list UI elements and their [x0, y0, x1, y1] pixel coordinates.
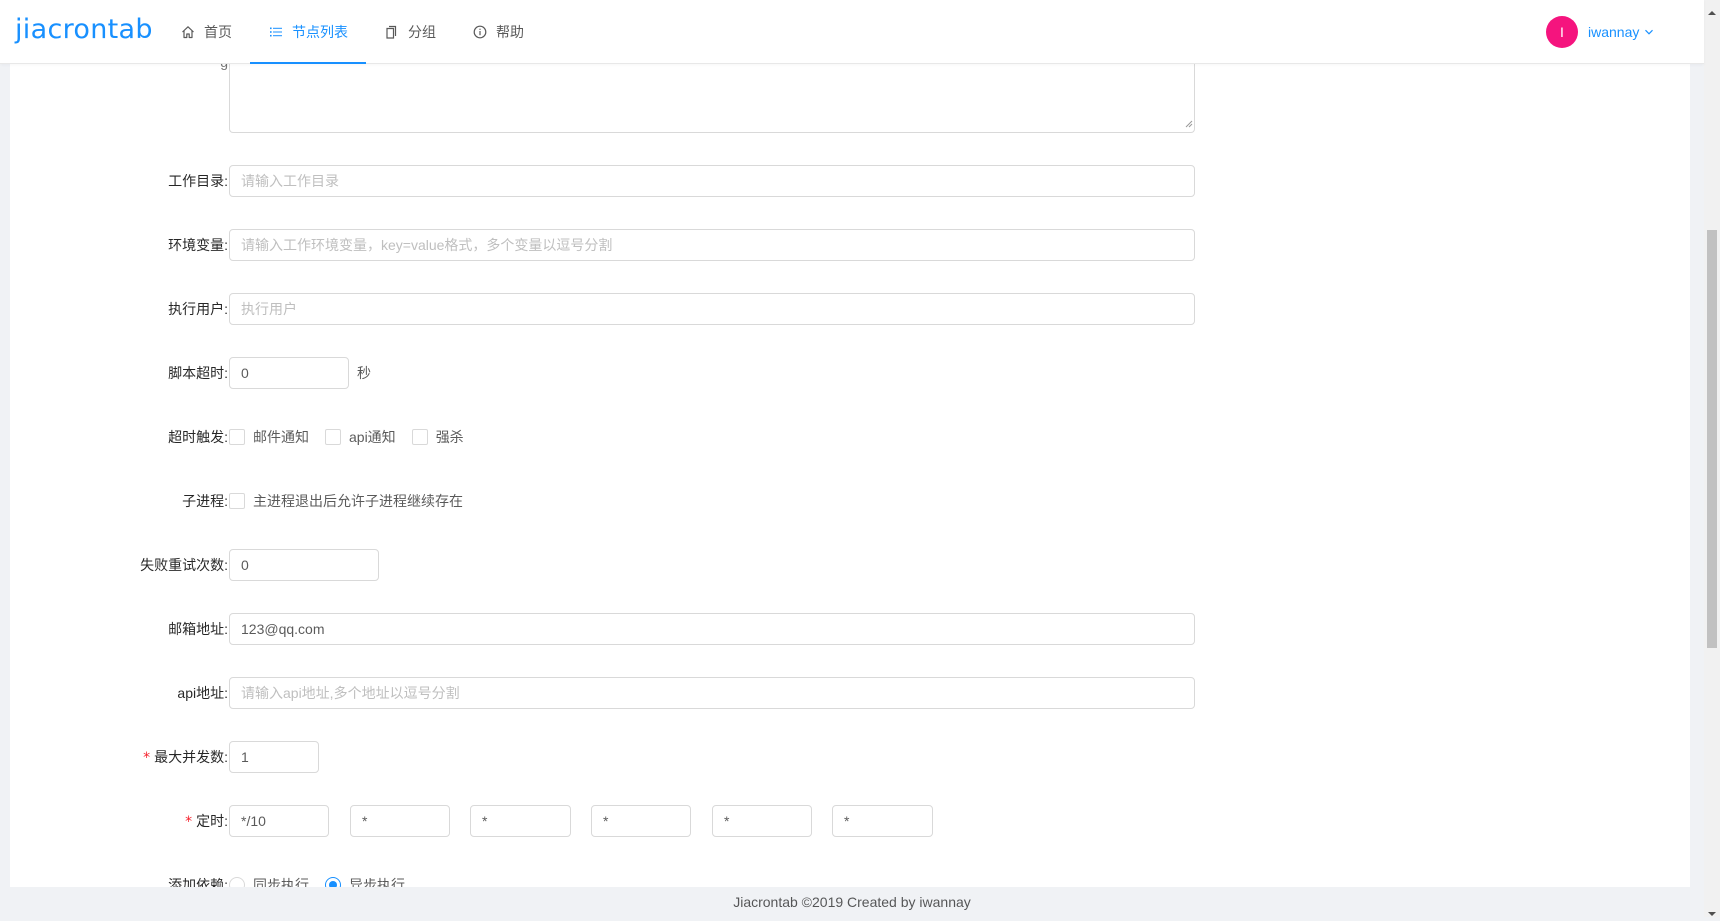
timeout-row: 脚本超时: 0 秒 [10, 357, 1690, 389]
partial-label: g [220, 64, 228, 78]
checkbox-box[interactable] [229, 493, 245, 509]
timer-row: * 定时: */10 * * * * * [10, 805, 1690, 837]
checkbox-force-kill[interactable]: 强杀 [411, 427, 464, 447]
nav-item-home[interactable]: 首页 [162, 0, 250, 63]
dependency-row: 添加依赖: 同步执行 异步执行 [10, 869, 1690, 887]
home-icon [180, 24, 196, 40]
checkbox-box[interactable] [325, 429, 341, 445]
radio-sync[interactable]: 同步执行 [229, 875, 309, 887]
workdir-label: 工作目录: [168, 173, 228, 189]
command-textarea[interactable] [229, 64, 1195, 133]
form-content: g 工作目录: 请输入工作目录 环境变量: 请输入工作环境变量，key=valu… [10, 64, 1690, 887]
top-header: jiacrontab 首页 节点列表 分组 帮助 I iwannay [0, 0, 1704, 64]
required-mark: * [185, 814, 193, 830]
timer-second-input[interactable]: */10 [229, 805, 329, 837]
vertical-scrollbar[interactable] [1704, 0, 1720, 917]
timer-label: * 定时: [185, 805, 228, 837]
main-nav: 首页 节点列表 分组 帮助 [162, 0, 542, 64]
timer-weekday-input[interactable]: * [832, 805, 933, 837]
timeout-label: 脚本超时: [168, 365, 228, 381]
dependency-label: 添加依赖: [168, 877, 228, 887]
checkbox-box[interactable] [229, 429, 245, 445]
nav-label: 分组 [408, 23, 436, 40]
page-footer: Jiacrontab ©2019 Created by iwannay [733, 894, 971, 910]
env-label: 环境变量: [168, 237, 228, 253]
nav-item-group[interactable]: 分组 [366, 0, 454, 63]
scroll-down-icon[interactable] [1708, 905, 1716, 921]
subprocess-row: 子进程: 主进程退出后允许子进程继续存在 [10, 485, 1690, 517]
user-row: 执行用户: 执行用户 [10, 293, 1690, 325]
api-label: api地址: [177, 685, 228, 701]
max-concurrent-input[interactable]: 1 [229, 741, 319, 773]
checkbox-label: 强杀 [435, 429, 464, 445]
radio-label: 异步执行 [349, 877, 405, 887]
api-input[interactable]: 请输入api地址,多个地址以逗号分割 [229, 677, 1195, 709]
list-icon [268, 24, 284, 40]
email-input[interactable]: 123@qq.com [229, 613, 1195, 645]
subprocess-group: 主进程退出后允许子进程继续存在 [229, 485, 479, 517]
avatar[interactable]: I [1546, 16, 1578, 48]
checkbox-label: api通知 [349, 429, 396, 445]
exec-user-label: 执行用户: [168, 301, 228, 317]
retry-input[interactable]: 0 [229, 549, 379, 581]
email-row: 邮箱地址: 123@qq.com [10, 613, 1690, 645]
dependency-radio-group: 同步执行 异步执行 [229, 869, 421, 887]
checkbox-label: 邮件通知 [253, 429, 309, 445]
timeout-unit: 秒 [357, 365, 371, 381]
timeout-trigger-group: 邮件通知 api通知 强杀 [229, 421, 480, 453]
subprocess-label: 子进程: [182, 493, 228, 509]
exec-user-input[interactable]: 执行用户 [229, 293, 1195, 325]
nav-item-help[interactable]: 帮助 [454, 0, 542, 63]
scroll-up-icon[interactable] [1708, 4, 1716, 20]
retry-row: 失败重试次数: 0 [10, 549, 1690, 581]
radio-circle[interactable] [229, 877, 245, 887]
workdir-input[interactable]: 请输入工作目录 [229, 165, 1195, 197]
nav-label: 节点列表 [292, 23, 348, 40]
checkbox-box[interactable] [411, 429, 428, 445]
max-concurrent-label: * 最大并发数: [143, 741, 228, 773]
label-text: 最大并发数: [154, 749, 228, 765]
email-label: 邮箱地址: [168, 621, 228, 637]
required-mark: * [143, 750, 151, 766]
workdir-row: 工作目录: 请输入工作目录 [10, 165, 1690, 197]
radio-circle-selected[interactable] [325, 877, 341, 887]
api-row: api地址: 请输入api地址,多个地址以逗号分割 [10, 677, 1690, 709]
timer-hour-input[interactable]: * [470, 805, 571, 837]
timeout-trigger-label: 超时触发: [168, 429, 228, 445]
nav-label: 首页 [204, 23, 232, 40]
timer-minute-input[interactable]: * [350, 805, 450, 837]
copy-icon [384, 24, 400, 40]
checkbox-label: 主进程退出后允许子进程继续存在 [253, 493, 463, 509]
nav-label: 帮助 [496, 23, 524, 40]
user-menu[interactable]: I iwannay [1546, 16, 1654, 48]
env-input[interactable]: 请输入工作环境变量，key=value格式，多个变量以逗号分割 [229, 229, 1195, 261]
command-row: g [10, 64, 1690, 133]
timeout-input[interactable]: 0 [229, 357, 349, 389]
timer-month-input[interactable]: * [712, 805, 812, 837]
nav-item-node-list[interactable]: 节点列表 [250, 0, 366, 64]
info-circle-icon [472, 24, 488, 40]
radio-async[interactable]: 异步执行 [325, 875, 405, 887]
user-name[interactable]: iwannay [1588, 24, 1639, 40]
checkbox-allow-subprocess[interactable]: 主进程退出后允许子进程继续存在 [229, 491, 463, 511]
retry-label: 失败重试次数: [140, 557, 228, 573]
env-row: 环境变量: 请输入工作环境变量，key=value格式，多个变量以逗号分割 [10, 229, 1690, 261]
resize-handle-icon[interactable] [1185, 115, 1193, 131]
max-concurrent-row: * 最大并发数: 1 [10, 741, 1690, 773]
label-text: 定时: [196, 813, 228, 829]
chevron-down-icon[interactable] [1644, 27, 1654, 37]
checkbox-api-notify[interactable]: api通知 [325, 427, 396, 447]
timer-day-input[interactable]: * [591, 805, 691, 837]
timeout-trigger-row: 超时触发: 邮件通知 api通知 强杀 [10, 421, 1690, 453]
checkbox-email-notify[interactable]: 邮件通知 [229, 427, 309, 447]
radio-label: 同步执行 [253, 877, 309, 887]
app-logo[interactable]: jiacrontab [15, 14, 153, 45]
scrollbar-thumb[interactable] [1707, 230, 1717, 648]
